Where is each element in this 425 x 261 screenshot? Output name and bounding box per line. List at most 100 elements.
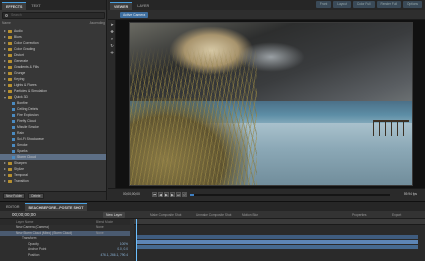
scrub-progress xyxy=(190,194,194,196)
expand-arrow-icon[interactable] xyxy=(4,174,6,176)
effect-icon xyxy=(12,101,15,105)
folder-icon xyxy=(8,77,12,81)
folder-icon xyxy=(8,83,12,87)
viewer-panel: VIEWER LAYER Front Layout Color Full Ren… xyxy=(108,0,425,200)
go-to-start-icon[interactable]: ⏮ xyxy=(152,192,157,197)
folder-icon xyxy=(8,53,12,57)
go-to-end-icon[interactable]: ⏭ xyxy=(176,192,181,197)
editor-timecode[interactable]: 00;00;00;00 xyxy=(12,211,36,219)
select-tool-icon[interactable]: ➤ xyxy=(110,23,114,27)
new-folder-button[interactable]: New Folder xyxy=(3,193,26,199)
tab-text[interactable]: TEXT xyxy=(27,2,44,10)
fps-readout: 59.94 fps xyxy=(403,192,417,196)
move-tool-icon[interactable]: ✛ xyxy=(110,51,114,55)
viewer-options: Front Layout Color Full Render Full Opti… xyxy=(315,1,422,8)
folder-icon xyxy=(8,173,12,177)
expand-arrow-icon[interactable] xyxy=(4,72,6,74)
layer-bar[interactable] xyxy=(136,235,418,239)
play-icon[interactable]: ▶ xyxy=(164,192,169,197)
sort-column-header[interactable]: Ascending xyxy=(90,21,105,27)
effect-icon xyxy=(12,155,15,159)
search-icon xyxy=(5,14,8,17)
effects-footer: New Folder Delete xyxy=(0,191,106,200)
expand-arrow-icon[interactable] xyxy=(4,36,6,38)
editor-toolbar: 00;00;00;00 New Layer Make Composite Sho… xyxy=(0,211,425,219)
properties-button[interactable]: Properties xyxy=(352,212,367,218)
new-layer-button[interactable]: New Layer xyxy=(103,212,126,218)
tab-viewer[interactable]: VIEWER xyxy=(110,2,133,10)
layout-select[interactable]: Layout xyxy=(333,1,351,8)
viewer-tabbar: VIEWER LAYER Front Layout Color Full Ren… xyxy=(108,0,425,10)
effect-icon xyxy=(12,119,15,123)
viewer-timecode: 00;00;00;00 xyxy=(123,192,140,196)
tab-composite-shot[interactable]: BEACHBEFORE...POSITE SHOT xyxy=(24,203,88,211)
timeline-area[interactable] xyxy=(134,219,425,261)
effects-list-header: Name Ascending xyxy=(2,21,105,27)
collapse-arrow-icon[interactable] xyxy=(4,96,6,99)
viewer-toolbar: Active Camera xyxy=(108,10,425,20)
expand-arrow-icon[interactable] xyxy=(4,78,6,80)
options-button[interactable]: Options xyxy=(403,1,422,8)
folder-icon xyxy=(8,47,12,51)
app-window: EFFECTS TEXT Search Name Ascending Audio… xyxy=(0,0,425,261)
playhead[interactable] xyxy=(136,219,137,261)
expand-arrow-icon[interactable] xyxy=(4,30,6,32)
expand-arrow-icon[interactable] xyxy=(4,60,6,62)
effect-icon xyxy=(12,143,15,147)
make-composite-button[interactable]: Make Composite Shot xyxy=(150,212,181,218)
effect-icon xyxy=(12,131,15,135)
folder-icon xyxy=(8,41,12,45)
effect-icon xyxy=(12,125,15,129)
tab-editor[interactable]: EDITOR xyxy=(2,203,24,211)
unmake-composite-button[interactable]: Unmake Composite Shot xyxy=(196,212,231,218)
effects-search-input[interactable]: Search xyxy=(2,12,105,19)
effects-panel: EFFECTS TEXT Search Name Ascending Audio… xyxy=(0,0,107,200)
folder-icon xyxy=(8,167,12,171)
expand-arrow-icon[interactable] xyxy=(4,90,6,92)
name-column-header[interactable]: Name xyxy=(2,21,11,27)
beach-storm-frame[interactable] xyxy=(129,22,413,186)
editor-panel: EDITOR BEACHBEFORE...POSITE SHOT 00;00;0… xyxy=(0,201,425,261)
effects-tabbar: EFFECTS TEXT xyxy=(0,0,106,10)
folder-icon xyxy=(8,71,12,75)
loop-icon[interactable]: ↺ xyxy=(182,192,187,197)
folder-icon xyxy=(8,65,12,69)
zoom-tool-icon[interactable]: ⌕ xyxy=(110,37,114,41)
layer-list: New Camera (Camera) None New Storm Cloud … xyxy=(0,225,130,261)
orbit-tool-icon[interactable]: ↻ xyxy=(110,44,114,48)
view-select[interactable]: Front xyxy=(315,1,332,8)
layer-bar[interactable] xyxy=(136,240,418,244)
expand-arrow-icon[interactable] xyxy=(4,42,6,44)
folder-icon xyxy=(8,95,12,99)
tab-effects[interactable]: EFFECTS xyxy=(2,2,27,10)
layer-bar[interactable] xyxy=(136,245,418,249)
color-select[interactable]: Color Full xyxy=(352,1,375,8)
folder-icon xyxy=(8,35,12,39)
viewer-canvas[interactable] xyxy=(116,20,425,188)
export-button[interactable]: Export xyxy=(392,212,401,218)
delete-button[interactable]: Delete xyxy=(28,193,44,199)
render-select[interactable]: Render Full xyxy=(376,1,401,8)
motion-blur-button[interactable]: Motion Blur xyxy=(242,212,258,218)
folder-icon xyxy=(8,161,12,165)
expand-arrow-icon[interactable] xyxy=(4,54,6,56)
pan-tool-icon[interactable]: ✥ xyxy=(110,30,114,34)
editor-tabbar: EDITOR BEACHBEFORE...POSITE SHOT xyxy=(0,202,425,211)
expand-arrow-icon[interactable] xyxy=(4,84,6,86)
expand-arrow-icon[interactable] xyxy=(4,162,6,164)
step-forward-icon[interactable]: ▶ xyxy=(170,192,175,197)
effect-category[interactable]: Transition xyxy=(0,178,106,184)
expand-arrow-icon[interactable] xyxy=(4,180,6,182)
property-row[interactable]: Position 476.1, 266.1, 790.4 xyxy=(0,253,130,259)
camera-select[interactable]: Active Camera xyxy=(120,12,149,18)
expand-arrow-icon[interactable] xyxy=(4,48,6,50)
step-back-icon[interactable]: ◀ xyxy=(158,192,163,197)
expand-arrow-icon[interactable] xyxy=(4,66,6,68)
folder-icon xyxy=(8,59,12,63)
timeline-scrubber[interactable] xyxy=(190,194,390,196)
time-ruler[interactable] xyxy=(134,219,425,225)
search-placeholder: Search xyxy=(11,13,22,17)
expand-arrow-icon[interactable] xyxy=(4,168,6,170)
tab-layer[interactable]: LAYER xyxy=(133,2,153,10)
viewer-tool-strip: ➤ ✥ ⌕ ↻ ✛ xyxy=(108,20,116,190)
